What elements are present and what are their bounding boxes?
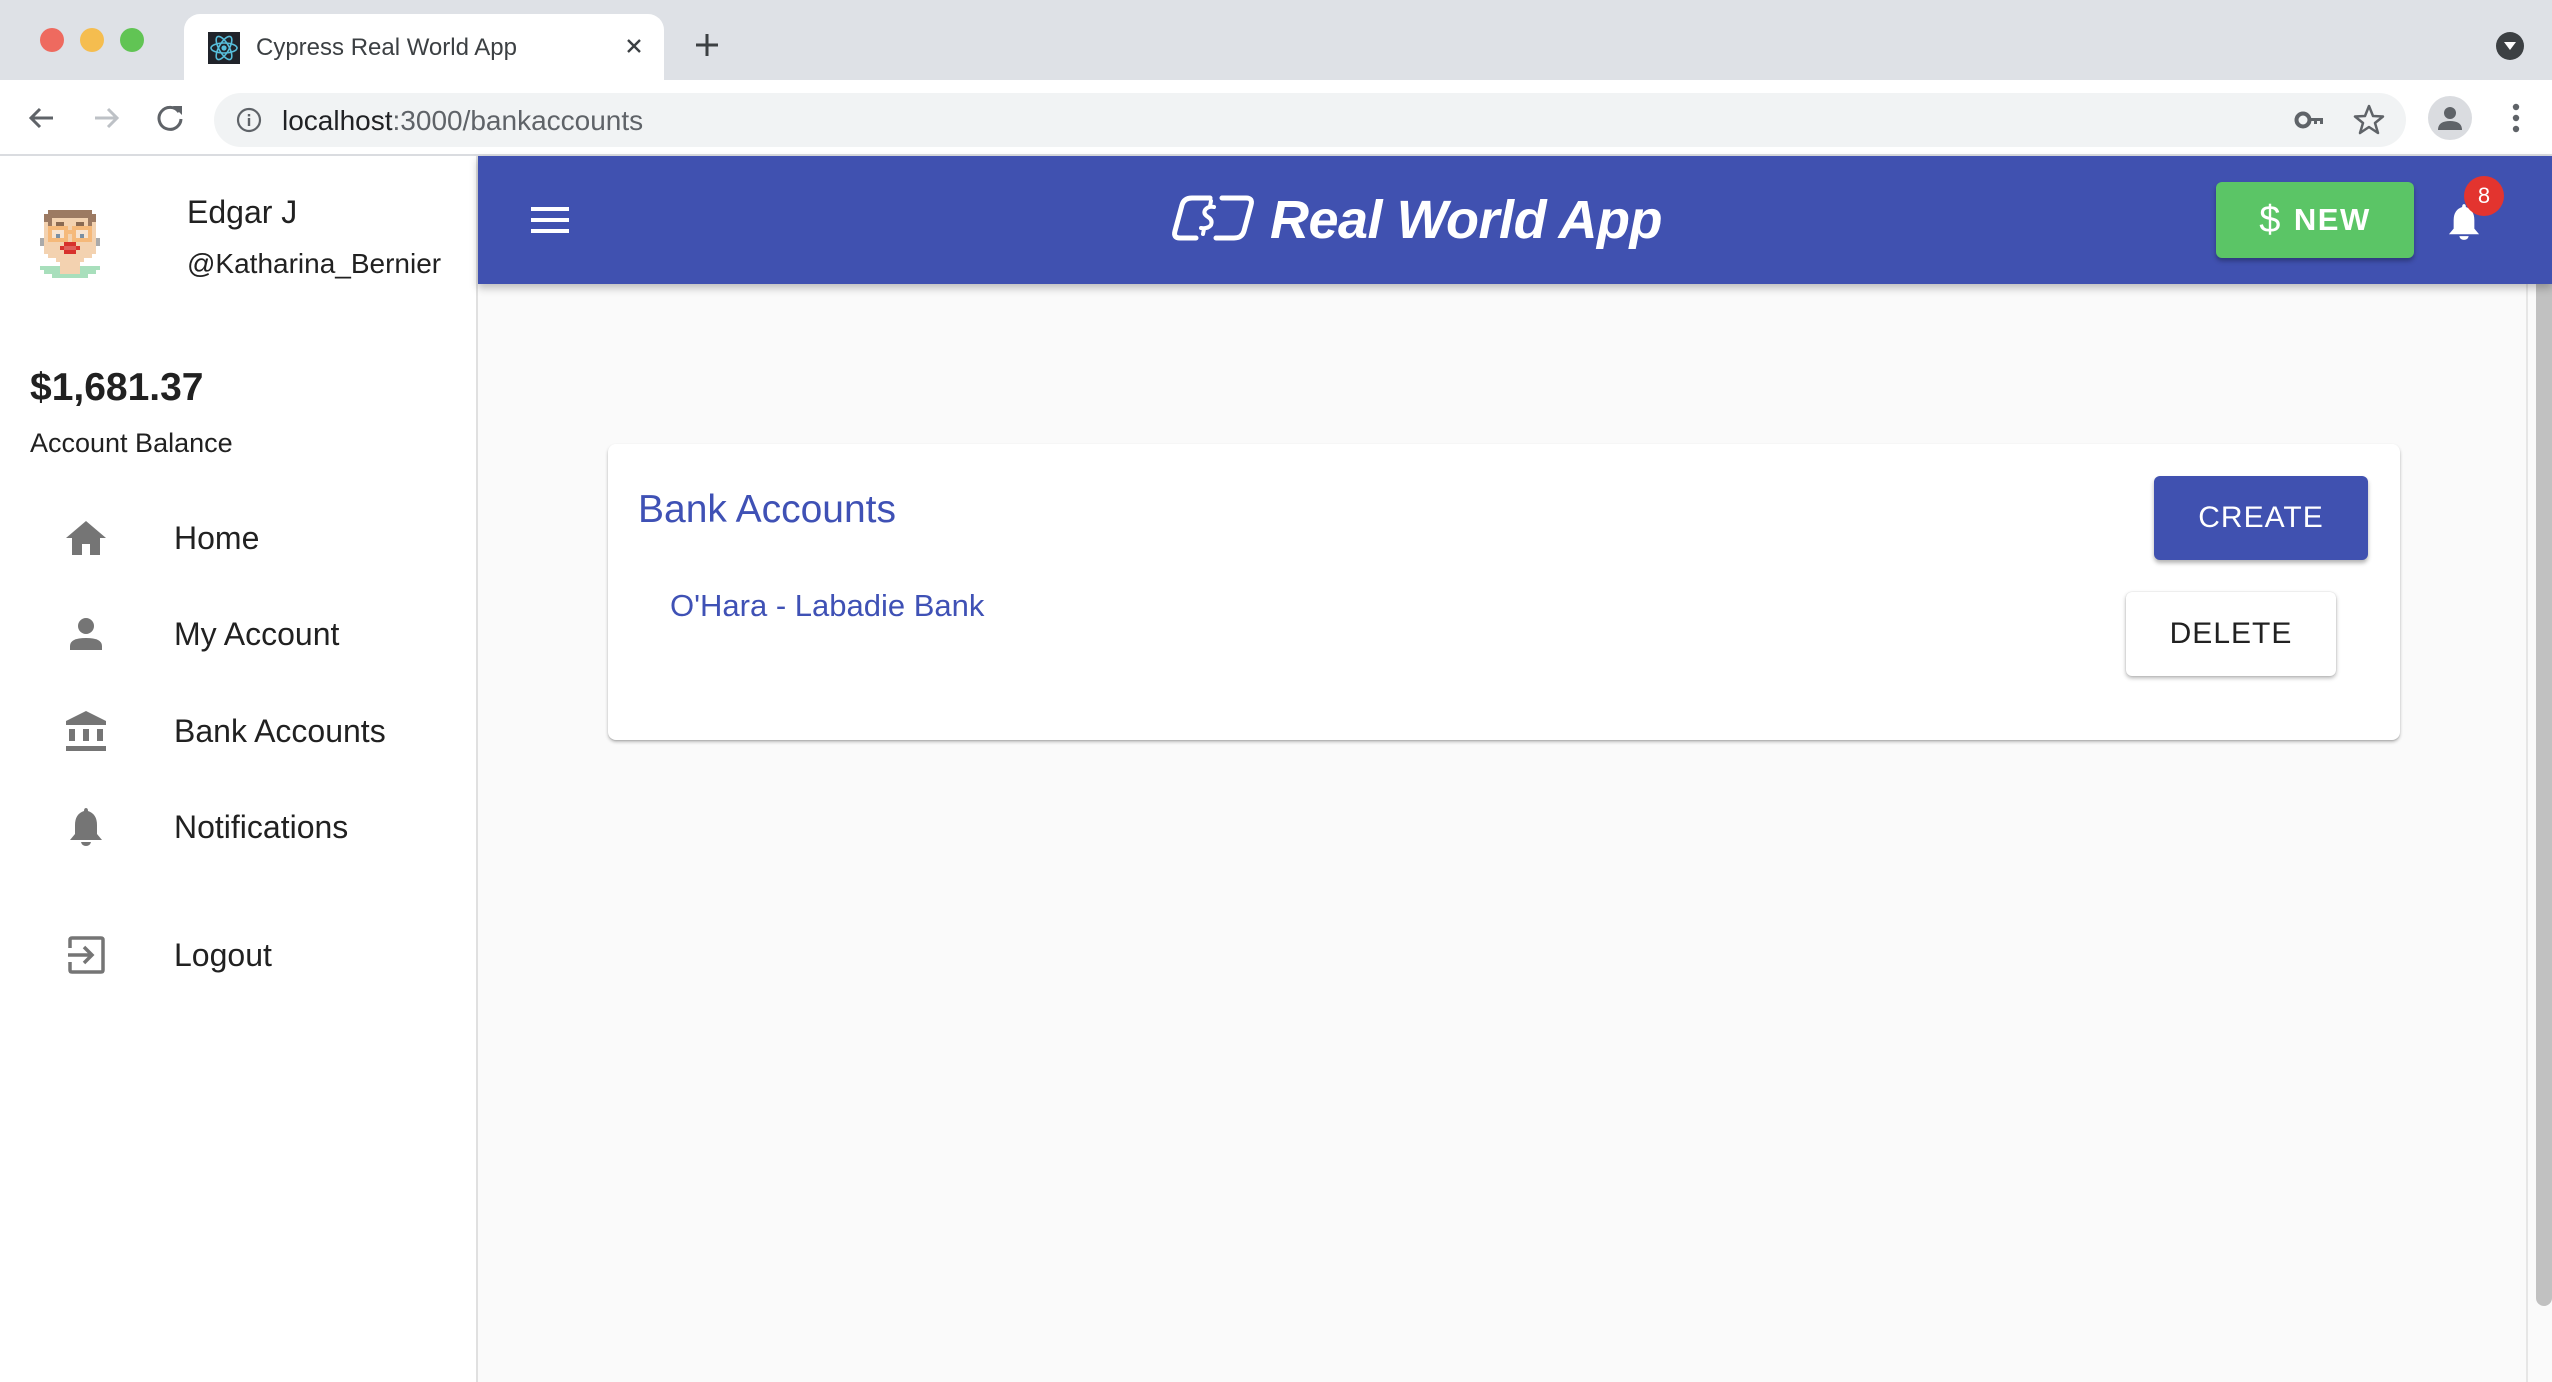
sidebar-item-home[interactable]: Home: [0, 493, 476, 583]
info-circle-icon[interactable]: [236, 107, 262, 133]
person-icon: [64, 612, 108, 656]
window-zoom-button[interactable]: [120, 28, 144, 52]
bank-icon: [64, 709, 108, 753]
more-vertical-icon[interactable]: [2496, 96, 2536, 140]
bell-icon: [64, 805, 108, 849]
sidebar-item-bank-accounts[interactable]: Bank Accounts: [0, 686, 476, 776]
delete-bank-account-button[interactable]: DELETE: [2126, 592, 2336, 676]
scrollbar-thumb[interactable]: [2536, 284, 2552, 1306]
arrow-left-icon[interactable]: [22, 98, 62, 138]
sidebar-item-logout[interactable]: Logout: [0, 910, 476, 1000]
arrow-right-icon[interactable]: [86, 98, 126, 138]
browser-tab-strip: Cypress Real World App: [0, 0, 2552, 82]
sidebar: Edgar J @Katharina_Bernier $1,681.37 Acc…: [0, 156, 478, 1382]
logout-icon: [64, 933, 108, 977]
account-circle-icon[interactable]: [2428, 96, 2472, 140]
notification-count-badge: 8: [2464, 176, 2504, 216]
app-logo[interactable]: Real World App: [1170, 186, 1663, 254]
close-icon[interactable]: [618, 30, 650, 62]
logo-icon: [1170, 193, 1256, 248]
url-text[interactable]: localhost:3000/bankaccounts: [282, 105, 643, 137]
page-title: Bank Accounts: [638, 488, 896, 531]
key-icon[interactable]: [2294, 105, 2326, 135]
sidebar-item-label: Notifications: [174, 808, 349, 845]
browser-toolbar: localhost:3000/bankaccounts: [0, 80, 2552, 156]
react-atom-icon: [208, 32, 240, 64]
sidebar-item-label: Logout: [174, 936, 272, 973]
avatar: [36, 206, 104, 282]
url-host: localhost: [282, 105, 393, 136]
bank-account-name: O'Hara - Labadie Bank: [670, 588, 985, 623]
menu-icon[interactable]: [526, 196, 574, 244]
user-handle: @Katharina_Bernier: [187, 248, 442, 279]
window-close-button[interactable]: [40, 28, 64, 52]
app-title: Real World App: [1270, 190, 1663, 250]
create-bank-account-button[interactable]: CREATE: [2154, 476, 2368, 560]
chevron-down-circle-icon[interactable]: [2496, 32, 2524, 60]
bank-accounts-card: Bank Accounts CREATE O'Hara - Labadie Ba…: [608, 444, 2400, 740]
new-button-label: NEW: [2293, 202, 2371, 237]
account-balance-amount: $1,681.37: [30, 366, 204, 409]
bank-account-list-item: O'Hara - Labadie Bank DELETE: [608, 584, 2400, 684]
browser-tab[interactable]: Cypress Real World App: [184, 14, 664, 82]
user-full-name: Edgar J: [187, 194, 298, 230]
sidebar-item-label: Home: [174, 519, 260, 556]
home-icon: [64, 516, 108, 560]
dollar-icon: $: [2259, 198, 2282, 241]
url-path: :3000/bankaccounts: [392, 105, 644, 136]
app-bar: Real World App $ NEW 8: [478, 156, 2552, 284]
window-minimize-button[interactable]: [80, 28, 104, 52]
sidebar-item-label: My Account: [174, 615, 340, 652]
star-outline-icon[interactable]: [2352, 103, 2386, 137]
account-balance-label: Account Balance: [30, 428, 233, 458]
tab-title: Cypress Real World App: [256, 34, 517, 61]
sidebar-item-notifications[interactable]: Notifications: [0, 782, 476, 872]
sidebar-item-label: Bank Accounts: [174, 712, 386, 749]
reload-icon[interactable]: [150, 98, 190, 138]
sidebar-item-my-account[interactable]: My Account: [0, 589, 476, 679]
address-bar[interactable]: localhost:3000/bankaccounts: [214, 93, 2406, 147]
plus-icon[interactable]: [690, 28, 724, 62]
new-transaction-button[interactable]: $ NEW: [2216, 182, 2414, 258]
